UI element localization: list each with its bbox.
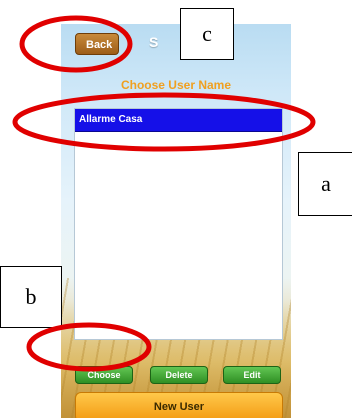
callout-c: c [180, 8, 234, 60]
callout-a: a [298, 152, 352, 216]
list-item-user[interactable]: Allarme Casa [75, 109, 282, 132]
delete-button[interactable]: Delete [150, 366, 208, 384]
action-button-row: Choose Delete Edit [75, 366, 281, 384]
choose-user-heading: Choose User Name [120, 78, 232, 92]
callout-b: b [0, 266, 62, 328]
title-bar: Back S [61, 24, 291, 64]
screen-title: S [149, 34, 159, 50]
new-user-button[interactable]: New User [75, 392, 283, 418]
choose-button[interactable]: Choose [75, 366, 133, 384]
phone-screen: Back S Choose User Name Allarme Casa Cho… [61, 24, 291, 418]
edit-button[interactable]: Edit [223, 366, 281, 384]
user-list[interactable]: Allarme Casa [74, 108, 283, 340]
back-button[interactable]: Back [75, 33, 119, 55]
